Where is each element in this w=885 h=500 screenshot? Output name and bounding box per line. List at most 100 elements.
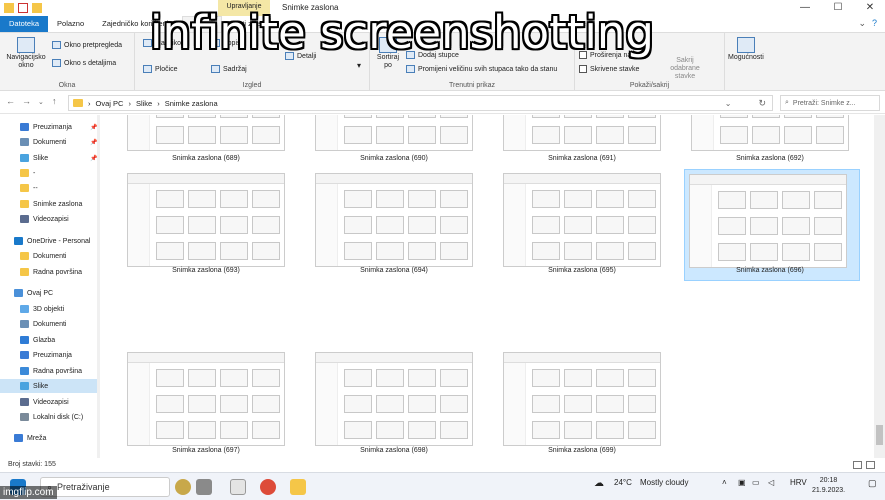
sidebar-item[interactable]: Slike 📌 (0, 151, 97, 165)
network-icon[interactable]: ▭ (752, 478, 760, 487)
file-item[interactable] (477, 115, 661, 151)
sidebar-item[interactable]: Slike (0, 379, 97, 393)
sidebar-item[interactable]: Radna površina (0, 265, 97, 279)
file-item[interactable] (289, 173, 473, 267)
tray-app-icon[interactable]: ▣ (738, 478, 746, 487)
weather-temp[interactable]: 24°C (614, 478, 632, 487)
chevron-down-icon[interactable]: ⌄ (858, 18, 866, 29)
thumbnail (315, 352, 473, 446)
file-item[interactable] (101, 352, 285, 446)
resize-columns-button[interactable]: Promijeni veličinu svih stupaca tako da … (406, 65, 557, 73)
hide-selected-button[interactable]: Sakrij odabrane stavke (661, 57, 709, 81)
details-pane-button[interactable]: Okno s detaljima (52, 59, 116, 67)
sidebar-item[interactable]: 3D objekti (0, 302, 97, 316)
maximize-button[interactable]: ☐ (823, 0, 853, 16)
scrollbar-thumb[interactable] (876, 425, 883, 445)
folder-icon[interactable] (4, 3, 14, 13)
thumb-mini-window (344, 369, 372, 387)
preview-pane-button[interactable]: Okno pretpregleda (52, 41, 122, 49)
file-item[interactable] (665, 115, 849, 151)
layout-tiles[interactable]: Pločice (143, 65, 178, 73)
file-item[interactable] (477, 173, 661, 267)
options-button[interactable]: Mogućnosti (728, 37, 764, 61)
weather-icon[interactable]: ☁ (594, 478, 604, 489)
thumb-mini-window (532, 190, 560, 208)
sidebar-item[interactable]: - (0, 166, 97, 180)
nav-pane-icon (17, 37, 35, 53)
thumb-mini-window (532, 115, 560, 118)
file-item[interactable] (684, 169, 860, 281)
taskbar-search[interactable]: ⌕ Pretraživanje (40, 477, 170, 497)
breadcrumb-this-pc[interactable]: Ovaj PC (96, 99, 124, 108)
tab-file[interactable]: Datoteka (0, 16, 49, 32)
details-pane-icon (52, 59, 61, 67)
chrome-icon[interactable] (260, 479, 276, 495)
file-item[interactable] (101, 173, 285, 267)
sidebar-item[interactable]: Dokumenti (0, 317, 97, 331)
search-input[interactable]: ⌕ Pretraži: Snimke z... (780, 95, 880, 111)
file-item[interactable] (477, 352, 661, 446)
layout-more-button[interactable]: ▾ (357, 61, 361, 70)
address-bar[interactable]: › Ovaj PC › Slike › Snimke zaslona ⌄ ↻ (68, 95, 773, 111)
clock[interactable]: 20:18 21.9.2023. (812, 476, 845, 496)
help-icon[interactable]: ? (872, 18, 877, 29)
sidebar-item[interactable]: Radna površina (0, 364, 97, 378)
medal-icon[interactable] (175, 479, 191, 495)
file-item[interactable] (289, 352, 473, 446)
sidebar-item[interactable]: Videozapisi (0, 395, 97, 409)
sidebar-item[interactable]: Lokalni disk (C:) (0, 410, 97, 424)
sidebar-item[interactable]: OneDrive - Personal (0, 234, 97, 248)
back-arrow-icon[interactable]: ← (6, 96, 15, 106)
up-arrow-icon[interactable]: ↑ (52, 96, 57, 106)
sidebar-item[interactable]: Preuzimanja (0, 348, 97, 362)
breadcrumb-screenshots[interactable]: Snimke zaslona (165, 99, 218, 108)
sidebar-item[interactable]: Dokumenti (0, 249, 97, 263)
tray-chevron-icon[interactable]: ˄ (722, 478, 727, 487)
sidebar-item[interactable]: Glazba (0, 333, 97, 347)
sidebar-scrollbar[interactable] (97, 115, 100, 458)
close-button[interactable]: ✕ (855, 0, 885, 16)
address-dropdown-icon[interactable]: ⌄ (725, 99, 732, 108)
file-explorer-icon[interactable] (290, 479, 306, 495)
file-item[interactable] (101, 115, 285, 151)
large-icons-view-icon[interactable] (866, 461, 875, 469)
vertical-scrollbar[interactable] (874, 115, 885, 458)
layout-content[interactable]: Sadržaj (211, 65, 247, 73)
file-item[interactable] (289, 115, 473, 151)
sidebar-item-label: Slike (33, 154, 49, 162)
thumb-mini-window (220, 421, 248, 439)
language-indicator[interactable]: HRV (790, 478, 807, 487)
thumb-sidebar (316, 363, 338, 445)
forward-arrow-icon[interactable]: → (22, 96, 31, 106)
sidebar-item[interactable]: Snimke zaslona (0, 197, 97, 211)
hidden-items-checkbox[interactable]: Skrivene stavke (579, 65, 639, 73)
app-icon[interactable] (196, 479, 212, 495)
mouse-icon[interactable] (230, 479, 246, 495)
thumb-mini-window (156, 421, 184, 439)
details-view-icon[interactable] (853, 461, 862, 469)
sidebar-item[interactable]: Dokumenti 📌 (0, 135, 97, 149)
volume-icon[interactable]: ◁ (768, 478, 774, 487)
breadcrumb-pictures[interactable]: Slike (136, 99, 152, 108)
refresh-icon[interactable]: ↻ (758, 98, 766, 109)
properties-icon[interactable] (18, 3, 28, 13)
thumbnail (315, 173, 473, 267)
thumb-toolbar (316, 353, 472, 363)
minimize-button[interactable]: — (790, 0, 820, 16)
thumb-mini-window (408, 421, 436, 439)
sidebar-item[interactable]: -- (0, 181, 97, 195)
sidebar-item[interactable]: Videozapisi (0, 212, 97, 226)
recent-chevron-icon[interactable]: ⌄ (38, 98, 44, 106)
nav-pane-button[interactable]: Navigacijsko okno (6, 37, 46, 70)
thumb-mini-window (220, 242, 248, 260)
new-folder-icon[interactable] (32, 3, 42, 13)
thumbnail (503, 173, 661, 267)
file-name: Snimka zaslona (697) (172, 447, 240, 454)
imgflip-watermark: imgflip.com (0, 486, 57, 499)
tab-home[interactable]: Polazno (48, 16, 93, 32)
sidebar-item[interactable]: Ovaj PC (0, 286, 97, 300)
sidebar-item[interactable]: Mreža (0, 431, 97, 445)
sidebar-item[interactable]: Preuzimanja 📌 (0, 120, 97, 134)
notifications-icon[interactable]: ▢ (868, 478, 877, 489)
weather-text[interactable]: Mostly cloudy (640, 478, 688, 487)
